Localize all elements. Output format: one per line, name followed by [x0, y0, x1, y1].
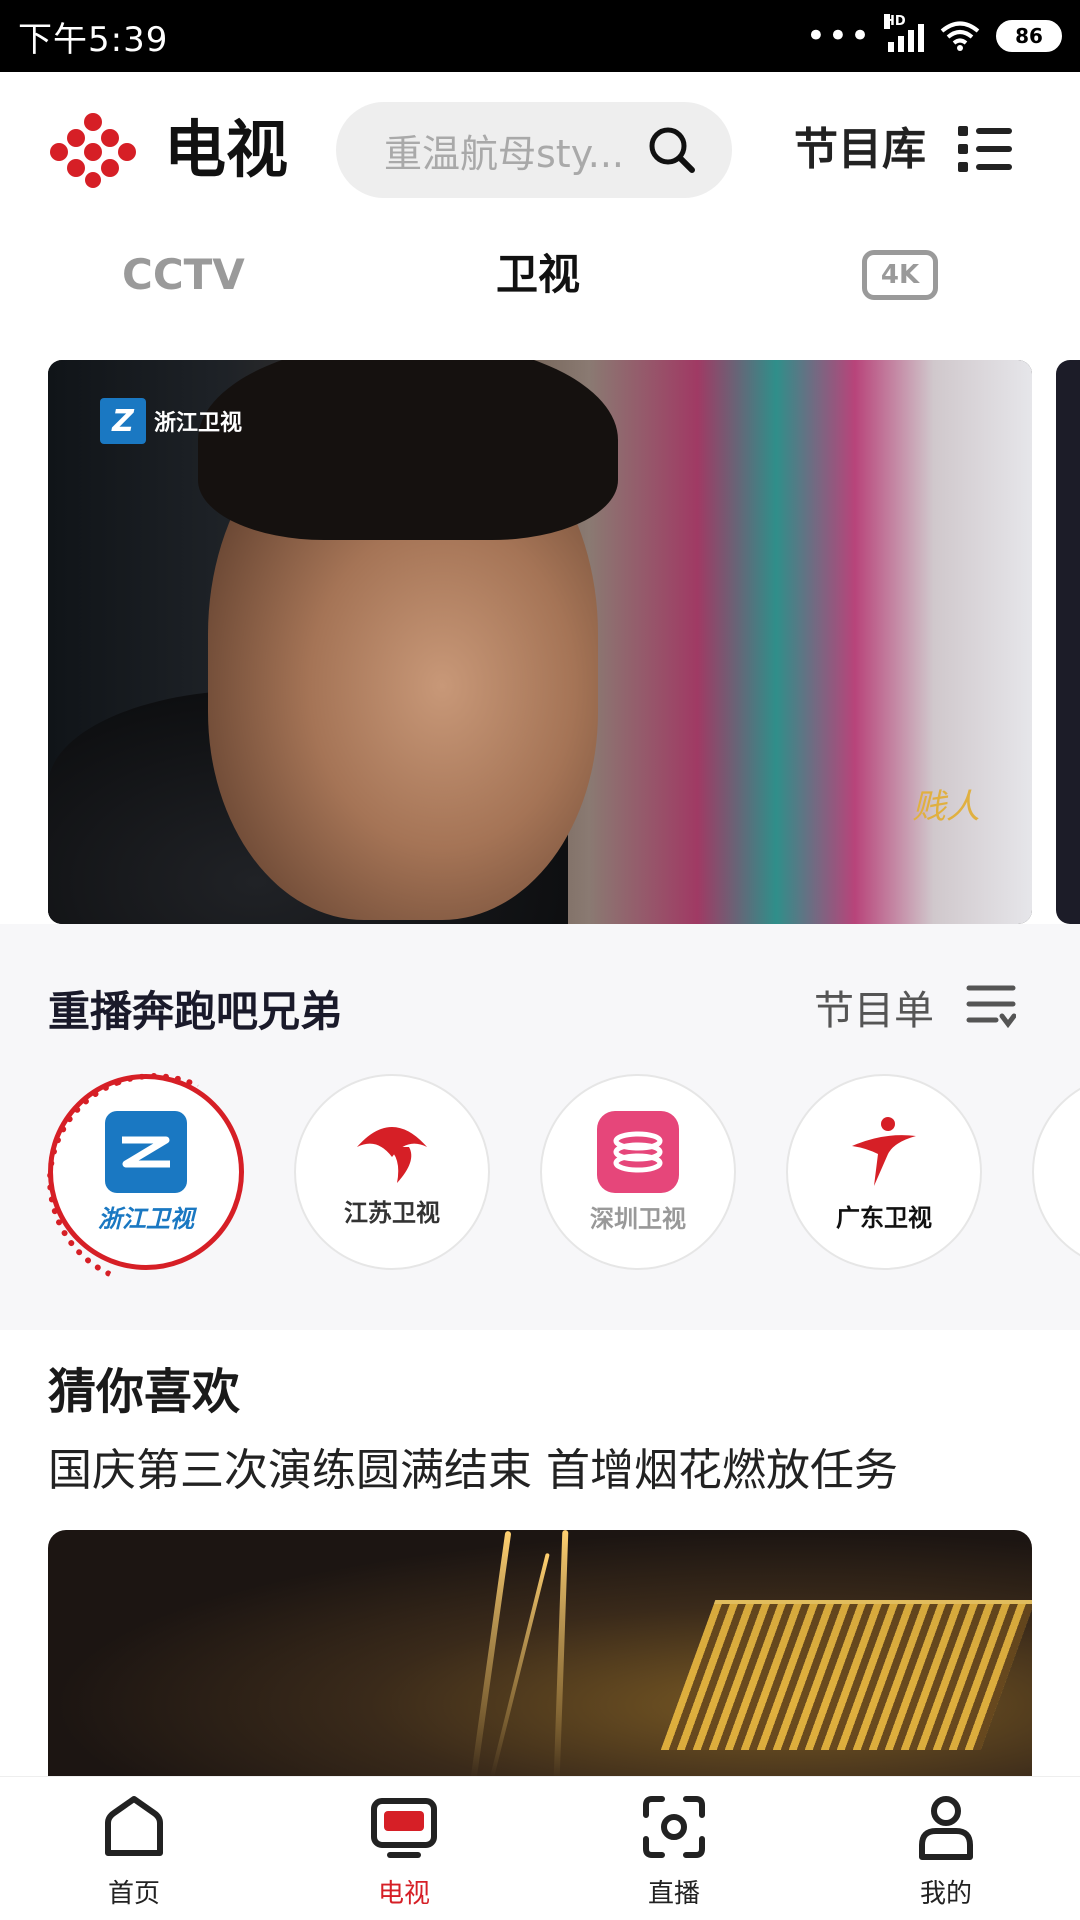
search-bar[interactable]: 重温航母sty... — [336, 102, 732, 198]
guangdong-tv-icon — [852, 1116, 916, 1186]
profile-icon — [919, 1796, 973, 1860]
replay-title: 重播奔跑吧兄弟 — [48, 987, 343, 1036]
program-library-link[interactable]: 节目库 — [794, 122, 926, 178]
app-logo-icon — [50, 113, 136, 188]
video-watermark: 贱人 — [912, 787, 980, 827]
nav-live[interactable]: 直播 — [604, 1791, 744, 1910]
zhejiang-tv-icon — [105, 1110, 187, 1193]
nav-profile[interactable]: 我的 — [876, 1791, 1016, 1910]
nav-label: 我的 — [919, 1879, 972, 1909]
video-channel-name: 浙江卫视 — [154, 411, 243, 436]
light-streak — [470, 1530, 512, 1780]
search-placeholder: 重温航母sty... — [384, 131, 625, 176]
channel-shenzhen[interactable]: 深圳卫视 — [540, 1074, 736, 1270]
status-icons: ••• HD 86 — [805, 14, 1062, 56]
channel-next-partial[interactable] — [1032, 1074, 1080, 1270]
next-video-card[interactable] — [1056, 360, 1080, 924]
more-dots-icon: ••• — [805, 16, 872, 56]
list-menu-icon[interactable] — [958, 122, 1012, 176]
page: 下午5:39 ••• HD 86 电视 重温航母sty... 节目库 CCTV … — [0, 0, 1080, 1920]
status-time: 下午5:39 — [18, 19, 169, 60]
nav-label: 直播 — [647, 1879, 700, 1909]
channel-name: 深圳卫视 — [590, 1204, 686, 1233]
tab-cctv[interactable]: CCTV — [122, 240, 245, 310]
tab-4k[interactable]: 4K — [862, 250, 938, 300]
home-icon — [105, 1796, 163, 1856]
recommend-title: 猜你喜欢 — [48, 1364, 241, 1420]
status-bar: 下午5:39 ••• HD 86 — [0, 0, 1080, 72]
live-icon — [643, 1796, 705, 1858]
light-streak — [553, 1530, 569, 1780]
nav-label: 电视 — [377, 1879, 430, 1909]
channel-name: 广东卫视 — [836, 1203, 932, 1232]
channel-guangdong[interactable]: 广东卫视 — [786, 1074, 982, 1270]
video-channel-logo: Z 浙江卫视 — [100, 398, 242, 444]
tab-satellite[interactable]: 卫视 — [496, 240, 580, 310]
network-type: HD — [884, 14, 906, 29]
channel-name: 江苏卫视 — [344, 1198, 440, 1227]
recommend-video-thumbnail[interactable] — [48, 1530, 1032, 1780]
header: 电视 重温航母sty... 节目库 — [0, 72, 1080, 228]
nav-home[interactable]: 首页 — [64, 1791, 204, 1910]
nav-label: 首页 — [107, 1879, 160, 1909]
battery-indicator: 86 — [996, 20, 1062, 52]
schedule-list-icon[interactable] — [966, 980, 1016, 1030]
jiangsu-tv-icon — [357, 1126, 427, 1183]
shenzhen-tv-icon — [597, 1110, 679, 1193]
search-icon[interactable] — [646, 124, 698, 176]
channel-zhejiang[interactable]: 浙江卫视 — [48, 1074, 244, 1270]
channel-list: 浙江卫视 江苏卫视 深圳卫视 广东卫视 — [0, 1074, 1080, 1274]
channel-jiangsu[interactable]: 江苏卫视 — [294, 1074, 490, 1270]
zhejiang-logo-icon: Z — [100, 398, 146, 444]
signal-icon: HD — [884, 14, 924, 52]
channel-tabs: CCTV 卫视 4K — [0, 240, 1080, 310]
page-title: 电视 — [164, 113, 289, 186]
replay-section: 重播奔跑吧兄弟 节目单 浙江卫视 江苏卫视 深圳卫视 广东卫视 — [0, 924, 1080, 1330]
channel-name: 浙江卫视 — [98, 1204, 194, 1233]
tv-icon — [371, 1798, 437, 1858]
recommend-headline[interactable]: 国庆第三次演练圆满结束 首增烟花燃放任务 — [48, 1434, 898, 1498]
wifi-icon — [940, 21, 980, 51]
bottom-nav: 首页 电视 直播 我的 — [0, 1776, 1080, 1920]
live-video-player[interactable]: Z 浙江卫视 贱人 — [48, 360, 1032, 924]
lit-building — [660, 1600, 1032, 1750]
schedule-link[interactable]: 节目单 — [814, 978, 934, 1036]
video-figure-hair — [198, 360, 618, 540]
nav-tv[interactable]: 电视 — [334, 1791, 474, 1910]
